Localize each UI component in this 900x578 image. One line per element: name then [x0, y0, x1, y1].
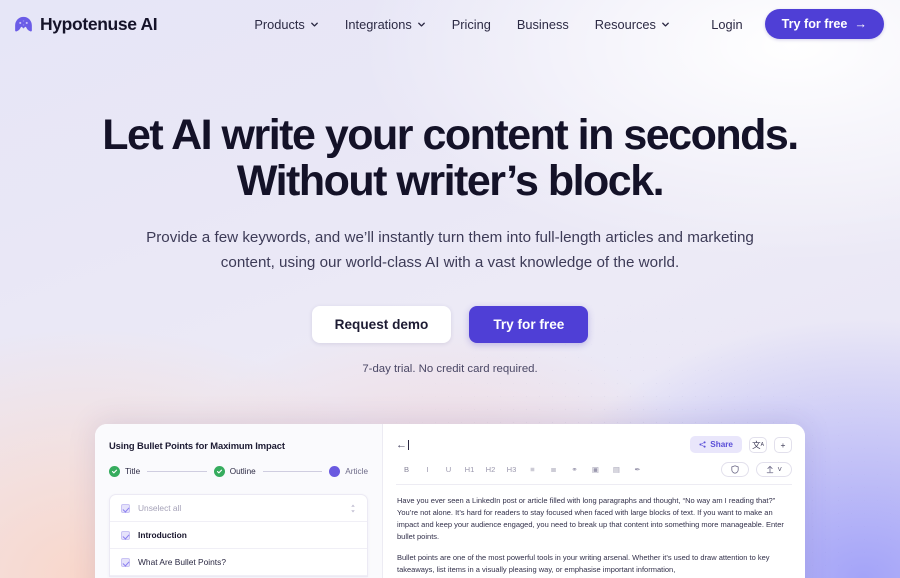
step-outline[interactable]: Outline	[213, 466, 256, 477]
step-connector	[147, 471, 207, 472]
chevron-down-icon: ˅	[777, 464, 782, 474]
request-demo-button[interactable]: Request demo	[311, 306, 452, 344]
bold-icon[interactable]: B	[396, 461, 417, 477]
list-item-label: Unselect all	[138, 503, 182, 513]
export-button[interactable]: ˅	[756, 461, 792, 477]
nav-item-label: Business	[516, 16, 569, 32]
editor-header-actions: Share 文A +	[690, 436, 792, 453]
checkbox-icon[interactable]	[121, 530, 130, 540]
login-link[interactable]: Login	[711, 17, 742, 32]
image-icon[interactable]: ▤	[606, 461, 627, 477]
nav-item-business[interactable]: Business	[517, 17, 569, 32]
translate-icon[interactable]: 文A	[749, 436, 767, 453]
step-label: Outline	[229, 467, 256, 476]
brand-name: Hypotenuse AI	[40, 13, 158, 34]
try-for-free-button[interactable]: Try for free	[469, 306, 589, 344]
document-title: Using Bullet Points for Maximum Impact	[109, 440, 285, 451]
chevron-down-icon	[417, 20, 426, 29]
editor-content[interactable]: Have you ever seen a LinkedIn post or ar…	[383, 485, 805, 578]
check-circle-icon	[213, 466, 225, 477]
page-title: Let AI write your content in seconds. Wi…	[0, 111, 900, 205]
outline-panel: Using Bullet Points for Maximum Impact T…	[95, 424, 383, 578]
nav-try-for-free-button[interactable]: Try for free →	[764, 9, 884, 39]
nav-item-products[interactable]: Products	[254, 17, 319, 32]
step-article[interactable]: Article	[329, 466, 368, 477]
editor-panel: ← Share 文A + B I U H1 H2 H3 ≡ ≣ ⚭ ▣ ▤ ✒ …	[383, 424, 805, 578]
share-button[interactable]: Share	[690, 436, 742, 453]
nav-item-label: Products	[254, 16, 305, 32]
product-screenshot: Using Bullet Points for Maximum Impact T…	[95, 424, 805, 578]
hero-subheading: Provide a few keywords, and we’ll instan…	[146, 229, 754, 271]
share-label: Share	[710, 440, 733, 449]
quote-icon[interactable]: ▣	[585, 461, 606, 477]
checkbox-icon[interactable]	[121, 503, 130, 513]
nav-actions: Login Try for free →	[711, 9, 884, 39]
list-item[interactable]: What Are Bullet Points?	[110, 549, 367, 576]
brand-logo[interactable]: Hypotenuse AI	[14, 13, 158, 35]
sort-icon[interactable]	[350, 504, 356, 513]
nav-item-integrations[interactable]: Integrations	[345, 17, 426, 32]
outline-list: Unselect all Introduction What Are Bulle…	[109, 494, 368, 577]
step-label: Article	[345, 467, 368, 476]
top-navigation-bar: Hypotenuse AI Products Integrations Pric…	[0, 0, 900, 48]
landing-page: Hypotenuse AI Products Integrations Pric…	[0, 0, 900, 578]
arrow-right-icon: →	[854, 17, 867, 31]
step-title[interactable]: Title	[109, 466, 140, 477]
heading-1-icon[interactable]: H1	[459, 461, 480, 477]
bullet-list-icon[interactable]: ≡	[522, 461, 543, 477]
editor-toolbar-actions: ˅	[721, 461, 792, 477]
plus-icon[interactable]: +	[774, 436, 792, 453]
text-cursor	[408, 439, 409, 450]
editor-toolbar: B I U H1 H2 H3 ≡ ≣ ⚭ ▣ ▤ ✒ ˅	[383, 454, 805, 477]
active-step-icon	[329, 466, 341, 477]
headline-line-2: Without writer’s block.	[236, 156, 665, 205]
trial-note: 7-day trial. No credit card required.	[362, 363, 538, 376]
italic-icon[interactable]: I	[417, 461, 438, 477]
checkbox-icon[interactable]	[121, 557, 130, 567]
back-arrow-icon[interactable]: ←	[396, 439, 407, 451]
editor-header: ← Share 文A +	[383, 424, 805, 454]
editor-paragraph: Have you ever seen a LinkedIn post or ar…	[397, 496, 784, 542]
link-icon[interactable]: ⚭	[564, 461, 585, 477]
underline-icon[interactable]: U	[438, 461, 459, 477]
list-item[interactable]: Introduction	[110, 522, 367, 549]
nav-item-label: Integrations	[344, 16, 412, 32]
list-item-label: Introduction	[138, 530, 187, 540]
highlight-icon[interactable]: ✒	[627, 461, 648, 477]
chevron-down-icon	[310, 20, 319, 29]
hero-section: Let AI write your content in seconds. Wi…	[0, 48, 900, 375]
shield-icon[interactable]	[721, 461, 750, 477]
chevron-down-icon	[661, 20, 670, 29]
list-item[interactable]: Unselect all	[110, 495, 367, 522]
step-label: Title	[125, 467, 141, 476]
hypotenuse-logo-icon	[14, 15, 33, 34]
nav-cta-label: Try for free	[781, 17, 848, 31]
step-connector	[262, 471, 323, 472]
editor-paragraph: Bullet points are one of the most powerf…	[397, 552, 770, 574]
heading-3-icon[interactable]: H3	[501, 461, 522, 477]
headline-line-1: Let AI write your content in seconds.	[102, 111, 799, 159]
nav-item-label: Resources	[594, 16, 656, 32]
list-item-label: What Are Bullet Points?	[138, 557, 226, 567]
heading-2-icon[interactable]: H2	[480, 461, 501, 477]
nav-item-resources[interactable]: Resources	[595, 17, 670, 32]
nav-links: Products Integrations Pricing Business R…	[254, 17, 670, 32]
step-progress: Title Outline Article	[109, 466, 368, 477]
check-circle-icon	[109, 466, 120, 477]
nav-item-label: Pricing	[451, 16, 491, 32]
hero-cta-row: Request demo Try for free	[0, 306, 900, 344]
share-icon	[699, 441, 706, 448]
numbered-list-icon[interactable]: ≣	[543, 461, 564, 477]
nav-item-pricing[interactable]: Pricing	[452, 17, 491, 32]
